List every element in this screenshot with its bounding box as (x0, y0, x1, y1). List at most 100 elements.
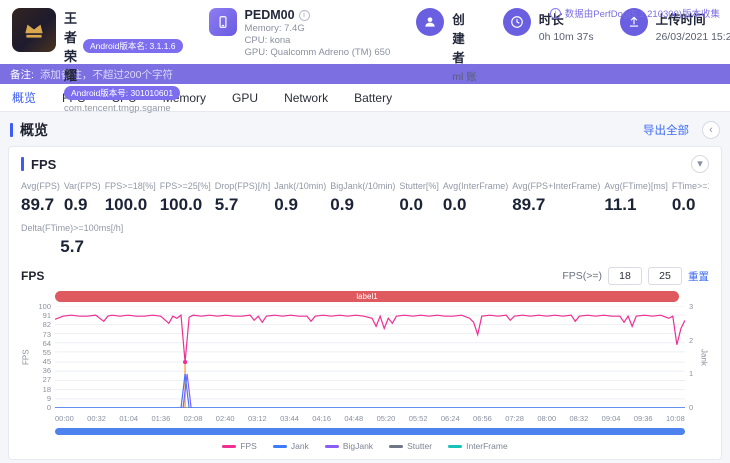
overview-section-header: 概览 导出全部 ‹ (0, 112, 730, 146)
fps-chart-area: FPS 10091827364554536271890 3210 Jank (21, 306, 709, 412)
device-cpu: CPU: kona (245, 35, 391, 46)
legend-item[interactable]: BigJank (325, 441, 373, 451)
y-axis-right-ticks: 3210 (685, 302, 699, 412)
device-info-section: PEDM00 i Memory: 7.4G CPU: kona GPU: Qua… (209, 8, 391, 58)
export-all-link[interactable]: 导出全部 (643, 122, 689, 138)
accent-bar (10, 123, 13, 137)
metric-value: 100.0 (105, 195, 156, 215)
creator-value: ml 账 (452, 69, 477, 84)
x-tick: 04:16 (312, 414, 331, 423)
device-info-icon[interactable]: i (299, 10, 310, 21)
metric: Avg(FPS+InterFrame) 89.7 (512, 181, 600, 215)
fps-threshold-low-input[interactable] (608, 267, 642, 285)
legend-label: BigJank (343, 441, 373, 451)
info-circle-icon: i (550, 8, 561, 19)
y-tick: 36 (31, 366, 51, 375)
version-note-text: 数据由PerfDog(5.1.210300)版本收集 (565, 6, 720, 20)
clock-icon (503, 8, 531, 36)
y-tick: 100 (31, 302, 51, 311)
y-axis-right-title: Jank (699, 306, 709, 408)
y-tick: 27 (31, 375, 51, 384)
x-tick: 06:24 (441, 414, 460, 423)
crown-emblem-icon (21, 17, 47, 43)
metric: FPS>=25[%] 100.0 (160, 181, 211, 215)
metric-value: 5.7 (21, 237, 123, 257)
collector-version-note: i 数据由PerfDog(5.1.210300)版本收集 (550, 6, 720, 20)
metric-value: 89.7 (512, 195, 600, 215)
metric-label: Drop(FPS)[/h] (215, 181, 271, 191)
device-gpu: GPU: Qualcomm Adreno (TM) 650 (245, 47, 391, 58)
metric: Var(FPS) 0.9 (64, 181, 101, 215)
metric: FTime>=100ms[%] 0.0 (672, 181, 709, 215)
metric: FPS>=18[%] 100.0 (105, 181, 156, 215)
x-tick: 03:44 (280, 414, 299, 423)
metric-value: 0.0 (443, 195, 508, 215)
app-info-section: 王者荣耀 Android版本名: 3.1.1.6 Android版本号: 301… (12, 8, 183, 114)
package-name: com.tencent.tmgp.sgame (64, 103, 183, 114)
device-name: PEDM00 (245, 8, 295, 22)
x-tick: 00:32 (87, 414, 106, 423)
legend-item[interactable]: FPS (222, 441, 257, 451)
android-version-name-badge: Android版本名: 3.1.1.6 (83, 39, 183, 53)
metric-value: 5.7 (215, 195, 271, 215)
game-app-icon (12, 8, 56, 52)
x-tick: 03:12 (248, 414, 267, 423)
app-title: 王者荣耀 (64, 8, 77, 84)
x-tick: 00:00 (55, 414, 74, 423)
accent-bar (21, 157, 24, 171)
metric-label: Avg(FPS+InterFrame) (512, 181, 600, 191)
collapse-panel-button[interactable]: ‹ (702, 121, 720, 139)
reset-button[interactable]: 重置 (688, 269, 709, 284)
legend-swatch (448, 445, 462, 448)
metric: Avg(FPS) 89.7 (21, 181, 60, 215)
tab[interactable]: Network (284, 91, 328, 105)
metric-label: FPS>=18[%] (105, 181, 156, 191)
legend-item[interactable]: Stutter (389, 441, 432, 451)
x-tick: 08:00 (537, 414, 556, 423)
x-axis-ticks: 00:0000:3201:0401:3602:0802:4003:1203:44… (55, 414, 685, 423)
metric-value: 0.0 (399, 195, 439, 215)
metric-value: 0.9 (64, 195, 101, 215)
metric-value: 100.0 (160, 195, 211, 215)
y-tick: 55 (31, 348, 51, 357)
x-tick: 02:40 (216, 414, 235, 423)
legend-item[interactable]: Jank (273, 441, 309, 451)
legend-swatch (325, 445, 339, 448)
y-tick: 9 (31, 394, 51, 403)
metric-label: Avg(FPS) (21, 181, 60, 191)
upload-time-value: 26/03/2021 15:24:37 (656, 31, 730, 43)
metric-label: FTime>=100ms[%] (672, 181, 709, 191)
metric-value: 11.1 (604, 195, 668, 215)
metric-value: 0.0 (672, 195, 709, 215)
legend-swatch (389, 445, 403, 448)
fps-chart (55, 306, 685, 408)
x-tick: 09:36 (634, 414, 653, 423)
fps-metrics-row: Avg(FPS) 89.7 Var(FPS) 0.9 FPS>=18[%] 10… (21, 181, 709, 215)
metric: Stutter[%] 0.0 (399, 181, 439, 215)
metric-value: 0.9 (330, 195, 395, 215)
y-tick: 64 (31, 339, 51, 348)
android-version-code-badge: Android版本号: 301010601 (64, 86, 180, 100)
fps-card: FPS ▾ Avg(FPS) 89.7 Var(FPS) 0.9 FPS>=18… (8, 146, 722, 460)
x-tick: 06:56 (473, 414, 492, 423)
y-tick: 3 (689, 302, 699, 311)
metric: Jank(/10min) 0.9 (274, 181, 326, 215)
legend-item[interactable]: InterFrame (448, 441, 508, 451)
collapse-fps-button[interactable]: ▾ (691, 155, 709, 173)
metric-label: BigJank(/10min) (330, 181, 395, 191)
tab[interactable]: GPU (232, 91, 258, 105)
y-axis-left-ticks: 10091827364554536271890 (31, 302, 55, 412)
phone-icon (209, 8, 237, 36)
header: 王者荣耀 Android版本名: 3.1.1.6 Android版本号: 301… (0, 0, 730, 64)
metric-label: Avg(InterFrame) (443, 181, 508, 191)
x-tick: 05:20 (377, 414, 396, 423)
fps-threshold-high-input[interactable] (648, 267, 682, 285)
chart-scrollbar[interactable] (55, 428, 685, 435)
x-tick: 10:08 (666, 414, 685, 423)
metric-label: Jank(/10min) (274, 181, 326, 191)
x-tick: 05:52 (409, 414, 428, 423)
user-icon (416, 8, 444, 36)
creator-label: 创建者 (452, 9, 477, 66)
tab[interactable]: Battery (354, 91, 392, 105)
x-tick: 07:28 (505, 414, 524, 423)
